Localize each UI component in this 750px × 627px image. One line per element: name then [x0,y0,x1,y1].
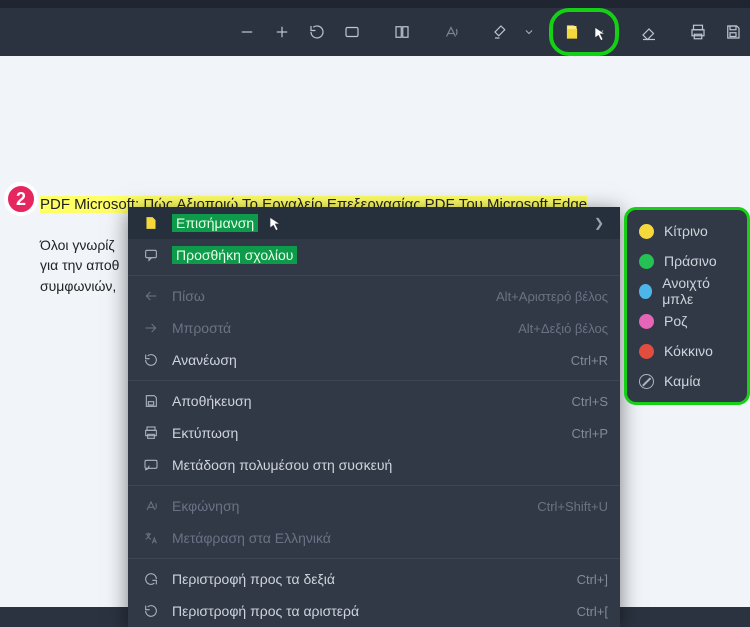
highlight-icon [140,215,162,231]
highlight-color-submenu: Κίτρινο Πράσινο Ανοιχτό μπλε Ροζ Κόκκινο… [624,207,750,405]
ctx-rotate-ccw[interactable]: Περιστροφή προς τα αριστερά Ctrl+[ [128,595,620,627]
rotate-cw-icon [140,571,162,587]
ctx-refresh[interactable]: Ανανέωση Ctrl+R [128,344,620,376]
erase-button[interactable] [632,14,665,50]
ctx-rotate-cw[interactable]: Περιστροφή προς τα δεξιά Ctrl+] [128,563,620,595]
color-green[interactable]: Πράσινο [631,246,743,276]
ctx-read-aloud: Εκφώνηση Ctrl+Shift+U [128,490,620,522]
rotate-ccw-icon [140,603,162,619]
read-aloud-icon [140,498,162,514]
swatch-lightblue [639,284,652,299]
page-view-button[interactable] [385,14,418,50]
refresh-icon [140,352,162,368]
cast-icon [140,457,162,473]
annotation-badge-2: 2 [4,182,38,216]
color-pink[interactable]: Ροζ [631,306,743,336]
pdf-toolbar [0,8,750,56]
back-icon [140,288,162,304]
color-lightblue[interactable]: Ανοιχτό μπλε [631,276,743,306]
color-yellow[interactable]: Κίτρινο [631,216,743,246]
swatch-pink [639,314,654,329]
print-icon [140,425,162,441]
rotate-button[interactable] [300,14,333,50]
save-button[interactable] [717,14,750,50]
highlight-tool-group [549,8,619,56]
zoom-out-button[interactable] [230,14,263,50]
ctx-print[interactable]: Εκτύπωση Ctrl+P [128,417,620,449]
read-aloud-button[interactable] [434,14,467,50]
swatch-none [639,374,654,389]
ctx-highlight[interactable]: Επισήμανση ❯ [128,207,620,239]
ctx-save[interactable]: Αποθήκευση Ctrl+S [128,385,620,417]
swatch-yellow [639,224,654,239]
swatch-red [639,344,654,359]
print-button[interactable] [682,14,715,50]
ctx-back: Πίσω Alt+Αριστερό βέλος [128,280,620,312]
ctx-add-comment[interactable]: Προσθήκη σχολίου [128,239,620,271]
forward-icon [140,320,162,336]
color-none[interactable]: Καμία [631,366,743,396]
zoom-in-button[interactable] [265,14,298,50]
submenu-arrow-icon: ❯ [590,216,608,230]
context-menu: Επισήμανση ❯ Προσθήκη σχολίου Πίσω Alt+Α… [128,207,620,627]
ctx-forward: Μπροστά Alt+Δεξιό βέλος [128,312,620,344]
comment-icon [140,247,162,263]
translate-icon [140,530,162,546]
ctx-add-comment-label: Προσθήκη σχολίου [172,246,297,264]
draw-dropdown-button[interactable] [519,16,538,48]
fit-page-button[interactable] [336,14,369,50]
ctx-cast[interactable]: Μετάδοση πολυμέσου στη συσκευή [128,449,620,481]
highlight-dropdown-button[interactable] [589,16,611,48]
highlight-button[interactable] [557,14,587,50]
save-icon [140,393,162,409]
swatch-green [639,254,654,269]
ctx-translate: Μετάφραση στα Ελληνικά [128,522,620,554]
ctx-highlight-label: Επισήμανση [172,214,258,232]
color-red[interactable]: Κόκκινο [631,336,743,366]
draw-button[interactable] [484,14,517,50]
